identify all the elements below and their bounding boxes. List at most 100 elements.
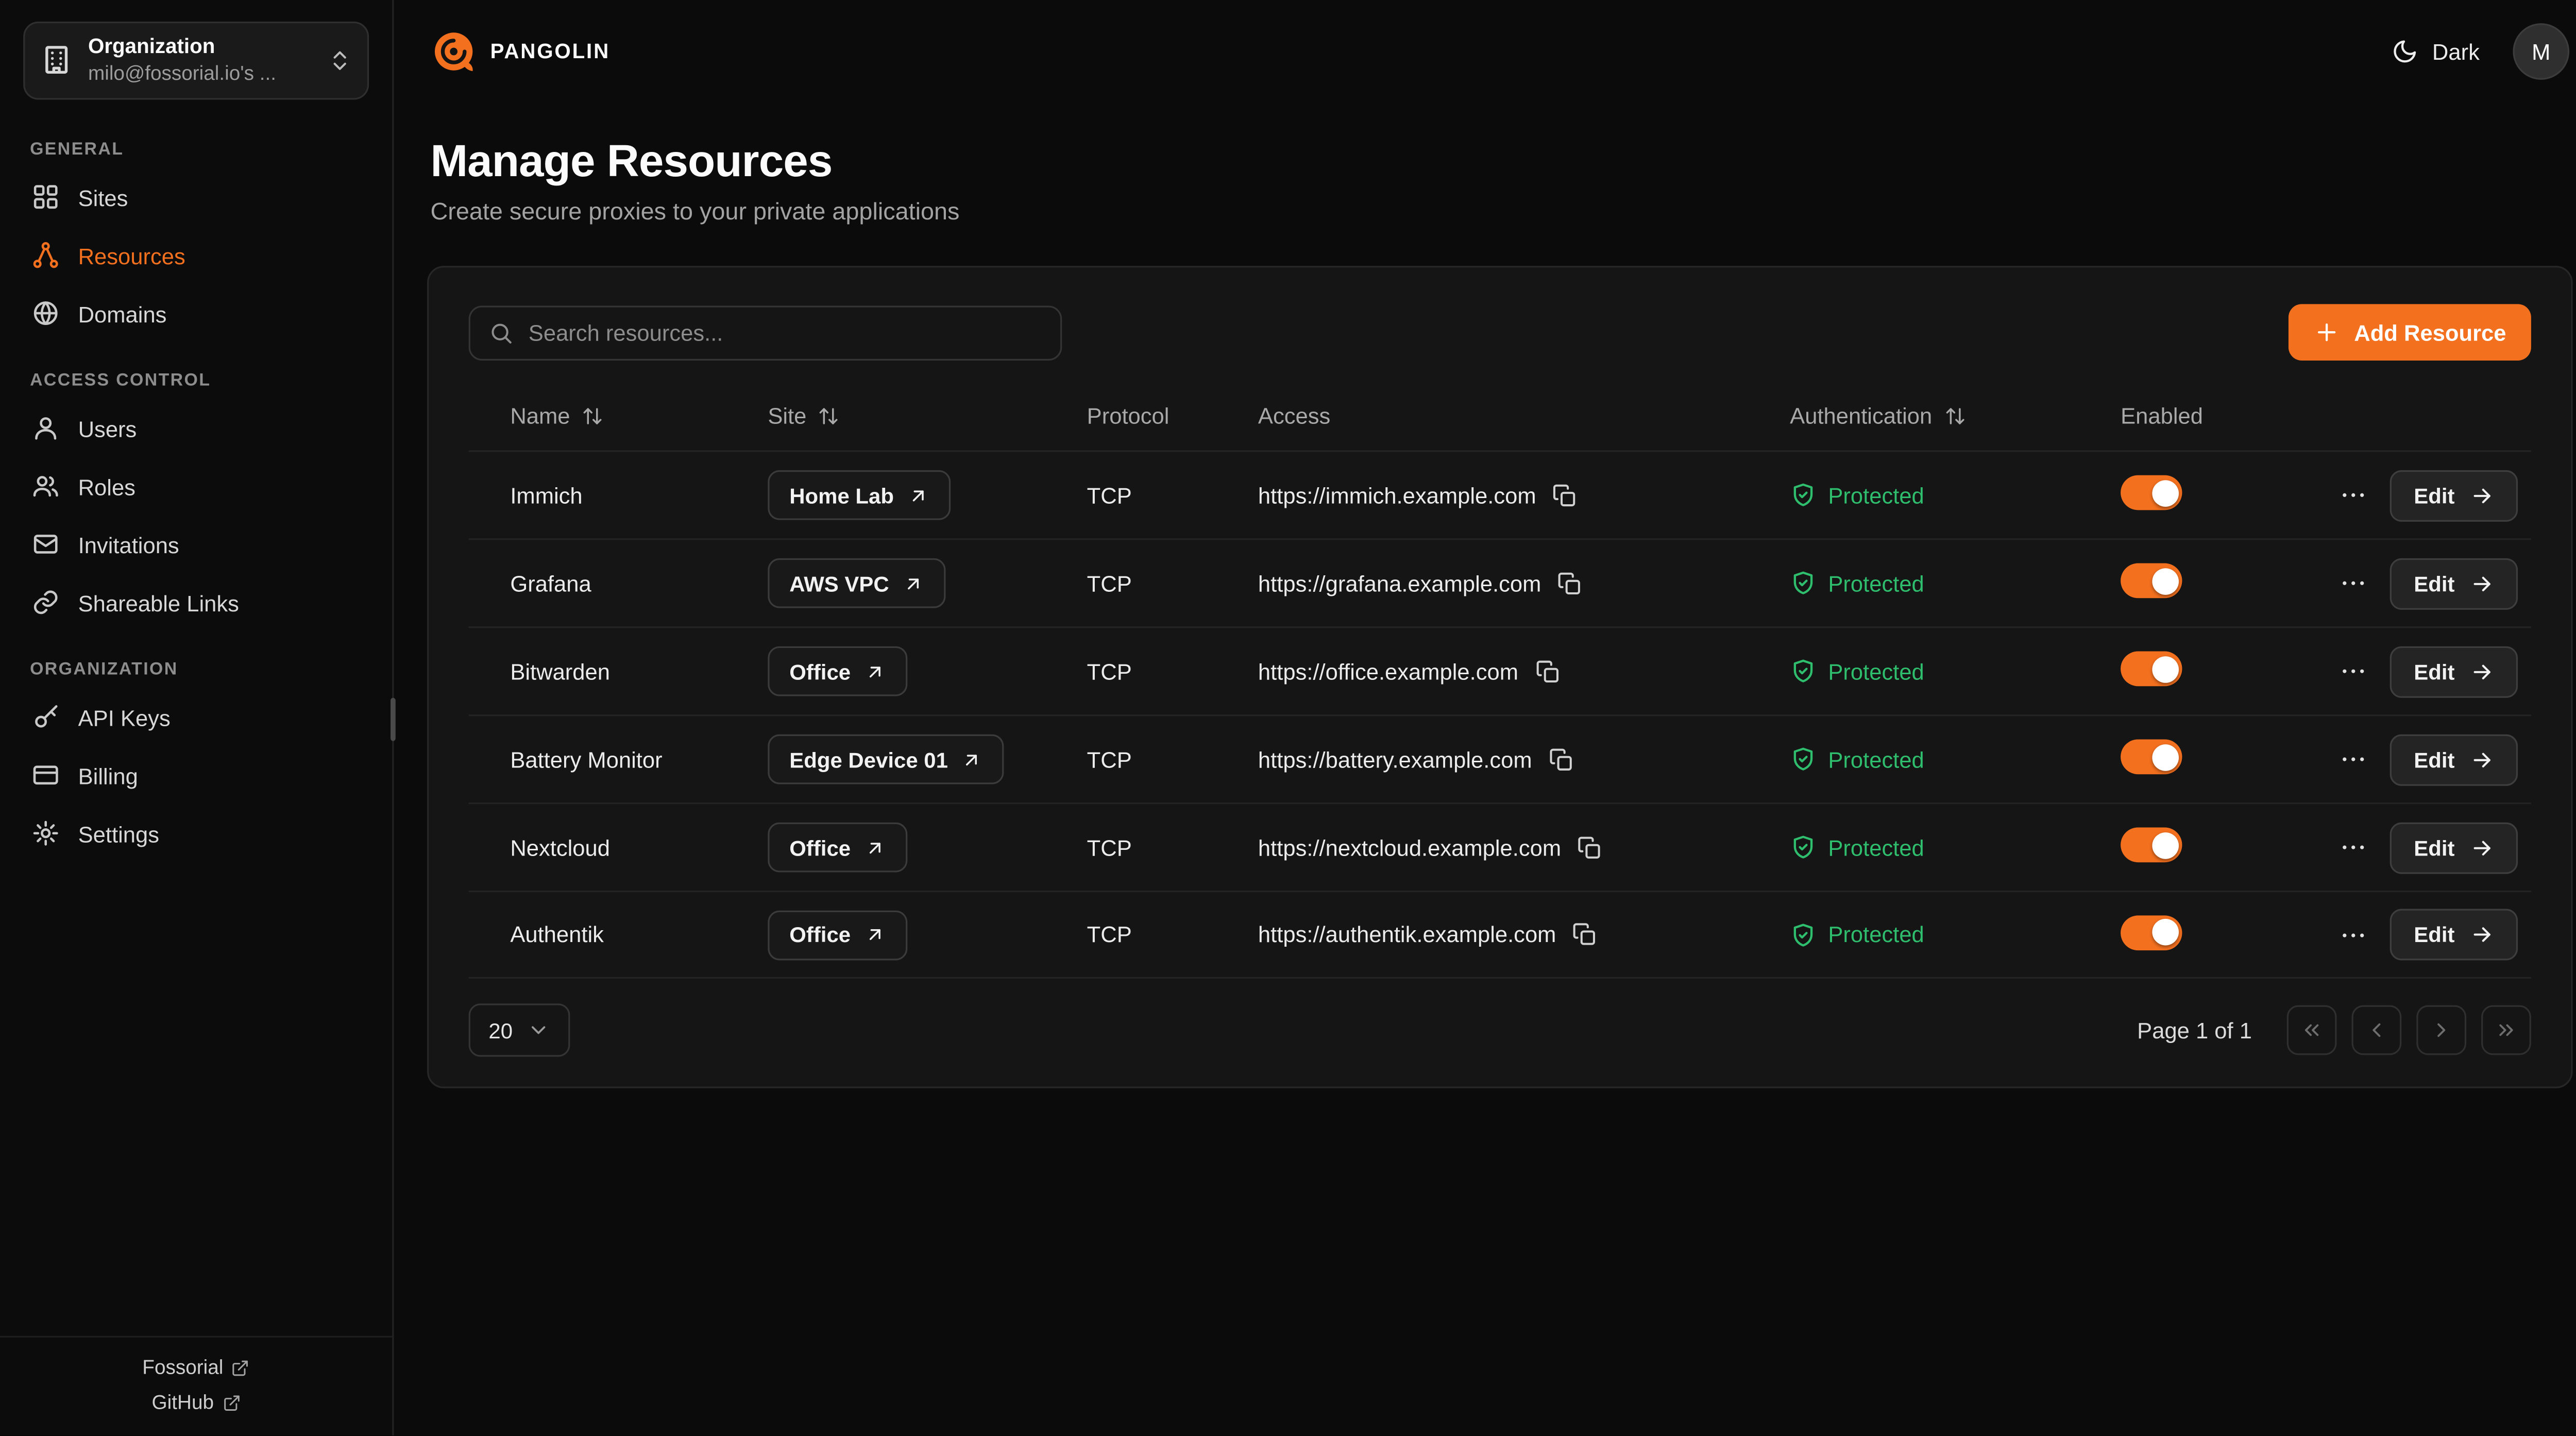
copy-url-button[interactable] [1558, 571, 1583, 595]
sidebar-item-label: Settings [78, 823, 159, 847]
org-switcher-label: Organization [88, 35, 312, 61]
site-link-button[interactable]: Home Lab [768, 470, 950, 520]
edit-button[interactable]: Edit [2391, 645, 2518, 697]
sidebar-item-label: Billing [78, 764, 138, 789]
enabled-toggle[interactable] [2121, 827, 2182, 862]
sidebar-item-api-keys[interactable]: API Keys [23, 691, 369, 747]
auth-status-label: Protected [1828, 659, 1924, 683]
row-menu-button[interactable] [2339, 480, 2369, 510]
edit-button[interactable]: Edit [2391, 469, 2518, 521]
sidebar-item-label: Sites [78, 186, 128, 211]
resource-protocol: TCP [1087, 747, 1258, 772]
plus-icon [2314, 319, 2341, 346]
add-resource-button[interactable]: Add Resource [2289, 304, 2531, 361]
row-menu-button[interactable] [2339, 832, 2369, 862]
edit-label: Edit [2414, 483, 2454, 507]
edit-label: Edit [2414, 571, 2454, 595]
sidebar-item-label: API Keys [78, 706, 171, 731]
copy-url-button[interactable] [1549, 747, 1573, 772]
edit-button[interactable]: Edit [2391, 909, 2518, 961]
copy-icon [1573, 922, 1598, 947]
copy-url-button[interactable] [1553, 483, 1578, 507]
theme-toggle-button[interactable]: Dark [2392, 38, 2479, 65]
shield-check-icon [1790, 834, 1817, 861]
row-menu-button[interactable] [2339, 568, 2369, 598]
sidebar-item-resources[interactable]: Resources [23, 229, 369, 285]
ellipsis-icon [2339, 744, 2369, 774]
enabled-toggle[interactable] [2121, 563, 2182, 599]
edit-button[interactable]: Edit [2391, 733, 2518, 785]
external-link-icon [222, 1393, 240, 1411]
first-page-button[interactable] [2287, 1005, 2337, 1055]
site-name: Edge Device 01 [789, 747, 948, 772]
ellipsis-icon [2339, 832, 2369, 862]
row-menu-button[interactable] [2339, 919, 2369, 949]
shield-check-icon [1790, 482, 1817, 508]
sort-icon[interactable] [582, 404, 603, 426]
table-row: Grafana AWS VPC TCP https://grafana.exam… [469, 538, 2531, 626]
site-link-button[interactable]: Office [768, 910, 907, 960]
copy-icon [1578, 835, 1602, 860]
copy-url-button[interactable] [1573, 922, 1598, 947]
sidebar-item-shareable-links[interactable]: Shareable Links [23, 576, 369, 632]
copy-url-button[interactable] [1578, 835, 1602, 860]
resource-url: https://authentik.example.com [1258, 922, 1556, 947]
edit-button[interactable]: Edit [2391, 557, 2518, 609]
row-menu-button[interactable] [2339, 744, 2369, 774]
resources-card: Add Resource Name Site Protocol Access [427, 266, 2573, 1088]
resource-name: Immich [510, 483, 768, 507]
sidebar-item-sites[interactable]: Sites [23, 170, 369, 227]
enabled-toggle[interactable] [2121, 652, 2182, 687]
previous-page-button[interactable] [2352, 1005, 2402, 1055]
org-switcher[interactable]: Organization milo@fossorial.io's ... [23, 22, 369, 99]
row-menu-button[interactable] [2339, 656, 2369, 686]
brand: PANGOLIN [430, 28, 610, 75]
arrow-right-icon [2470, 571, 2495, 595]
enabled-toggle[interactable] [2121, 739, 2182, 774]
sidebar-item-label: Domains [78, 302, 167, 327]
footer-link-github[interactable]: GitHub [152, 1391, 241, 1414]
auth-status-label: Protected [1828, 747, 1924, 772]
ellipsis-icon [2339, 919, 2369, 949]
search-box [469, 305, 1062, 360]
sidebar-nav: GENERALSitesResourcesDomainsACCESS CONTR… [0, 106, 392, 1336]
app-window: Organization milo@fossorial.io's ... GEN… [0, 0, 2576, 1435]
sidebar-footer: Fossorial GitHub [0, 1336, 392, 1436]
sort-icon[interactable] [818, 404, 840, 426]
sidebar-item-domains[interactable]: Domains [23, 287, 369, 344]
brand-name: PANGOLIN [490, 40, 610, 63]
key-icon [31, 702, 60, 736]
enabled-toggle[interactable] [2121, 915, 2182, 950]
site-name: Office [789, 659, 851, 683]
sidebar-item-invitations[interactable]: Invitations [23, 518, 369, 574]
page-info: Page 1 of 1 [2137, 1018, 2252, 1042]
footer-link-fossorial[interactable]: Fossorial [142, 1356, 250, 1379]
sidebar-item-label: Resources [78, 245, 185, 269]
page-size-select[interactable]: 20 [469, 1003, 571, 1056]
gear-icon [31, 818, 60, 852]
site-link-button[interactable]: Edge Device 01 [768, 734, 1004, 784]
pangolin-logo-icon [430, 28, 477, 75]
sidebar-item-roles[interactable]: Roles [23, 459, 369, 516]
copy-url-button[interactable] [1535, 659, 1560, 683]
auth-status: Protected [1790, 482, 2121, 508]
search-input[interactable] [529, 320, 1042, 345]
topbar: PANGOLIN Dark M [427, 0, 2573, 93]
enabled-toggle[interactable] [2121, 475, 2182, 510]
sidebar-item-billing[interactable]: Billing [23, 749, 369, 806]
shield-check-icon [1790, 921, 1817, 948]
site-link-button[interactable]: Office [768, 823, 907, 873]
sidebar-item-settings[interactable]: Settings [23, 807, 369, 864]
edit-button[interactable]: Edit [2391, 822, 2518, 873]
last-page-button[interactable] [2481, 1005, 2531, 1055]
site-link-button[interactable]: AWS VPC [768, 558, 945, 608]
sidebar-item-users[interactable]: Users [23, 401, 369, 458]
sidebar-resize-handle[interactable] [391, 698, 396, 741]
next-page-button[interactable] [2416, 1005, 2466, 1055]
site-link-button[interactable]: Office [768, 646, 907, 696]
table-row: Immich Home Lab TCP https://immich.examp… [469, 450, 2531, 538]
table-row: Authentik Office TCP https://authentik.e… [469, 891, 2531, 979]
resource-protocol: TCP [1087, 571, 1258, 595]
avatar[interactable]: M [2513, 23, 2569, 80]
sort-icon[interactable] [1944, 404, 1965, 426]
